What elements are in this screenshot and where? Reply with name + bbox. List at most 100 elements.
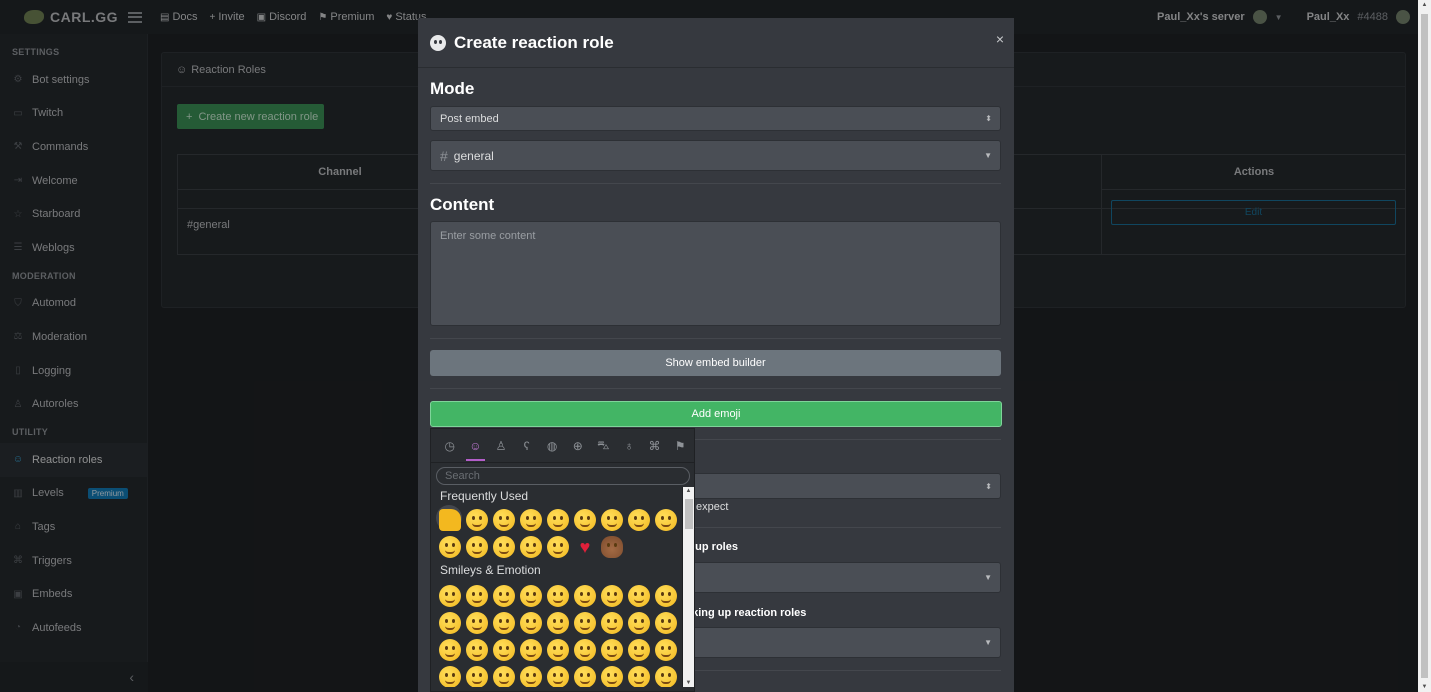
emoji-mouth [580, 653, 590, 657]
wink-emoji[interactable] [466, 612, 488, 634]
emoji-mouth [499, 523, 509, 527]
star-struck-emoji[interactable] [601, 612, 623, 634]
thumbs-up-emoji[interactable] [439, 509, 461, 531]
smiling-hearts-emoji[interactable] [547, 612, 569, 634]
zipper-mouth-emoji[interactable] [547, 666, 569, 687]
expressionless-emoji[interactable] [628, 666, 650, 687]
neutral-emoji[interactable] [601, 666, 623, 687]
smiley-emoji[interactable] [466, 585, 488, 607]
squinting-tongue-emoji[interactable] [628, 639, 650, 661]
sweat-smile-emoji[interactable] [574, 585, 596, 607]
scream-emoji[interactable] [655, 509, 677, 531]
ball-icon[interactable]: ⊕ [565, 429, 591, 463]
channel-select-value: general [453, 148, 494, 163]
kissing-smiling-emoji[interactable] [493, 639, 515, 661]
yum-emoji[interactable] [520, 639, 542, 661]
emoji-mouth [472, 626, 482, 630]
slight-smile-emoji[interactable] [655, 585, 677, 607]
relaxed-emoji[interactable] [439, 639, 461, 661]
content-textarea[interactable]: Enter some content [430, 221, 1001, 326]
apple-icon[interactable]: ◍ [539, 429, 565, 463]
car-icon[interactable]: ⛍ [591, 429, 617, 463]
scroll-down-icon[interactable]: ▼ [683, 680, 694, 686]
shushing-emoji[interactable] [493, 666, 515, 687]
emoji-mouth [526, 550, 536, 554]
sunglasses-emoji[interactable] [547, 536, 569, 558]
page-scrollbar[interactable]: ▲ ▼ [1418, 0, 1431, 692]
thinking-emoji[interactable] [520, 666, 542, 687]
emoji-mouth [634, 626, 644, 630]
grinning-emoji[interactable] [466, 509, 488, 531]
emoji-search-input[interactable]: Search [436, 467, 690, 485]
kissing-heart-emoji[interactable] [493, 509, 515, 531]
laughing-emoji[interactable] [547, 509, 569, 531]
emoji-mouth [445, 550, 455, 554]
emoji-mouth [661, 523, 671, 527]
symbols-icon[interactable]: ⌘ [642, 429, 668, 463]
sort-arrows-icon: ⬍ [985, 114, 992, 123]
scroll-up-icon[interactable]: ▲ [683, 488, 694, 494]
modal-title: Create reaction role [454, 32, 614, 52]
show-embed-builder-button[interactable]: Show embed builder [430, 350, 1001, 376]
grinning-emoji[interactable] [439, 585, 461, 607]
laughing-emoji[interactable] [547, 585, 569, 607]
emoji-mouth [472, 550, 482, 554]
kissing-heart-emoji[interactable] [628, 612, 650, 634]
emoji-mouth [499, 680, 509, 684]
channel-select[interactable]: # general ▼ [430, 140, 1001, 171]
emoji-mouth [472, 599, 482, 603]
scrollbar-thumb[interactable] [1421, 14, 1428, 678]
emoji-mouth [607, 626, 617, 630]
emoji-mouth [499, 626, 509, 630]
upside-down-emoji[interactable] [439, 612, 461, 634]
emoji-mouth [553, 653, 563, 657]
clock-icon[interactable]: ◷ [437, 429, 463, 463]
joy-emoji[interactable] [628, 509, 650, 531]
joy-emoji[interactable] [628, 585, 650, 607]
flag-icon[interactable]: ⚑ [667, 429, 693, 463]
mode-select[interactable]: Post embed ⬍ [430, 106, 1001, 131]
hugging-emoji[interactable] [439, 666, 461, 687]
confused-emoji[interactable] [466, 536, 488, 558]
winking-tongue-emoji[interactable] [574, 509, 596, 531]
rofl-emoji[interactable] [601, 585, 623, 607]
grin-emoji[interactable] [520, 585, 542, 607]
red-heart-emoji[interactable]: ♥ [574, 536, 596, 558]
smiley-icon[interactable]: ☺ [463, 429, 489, 463]
bear-icon[interactable]: ʕ [514, 429, 540, 463]
emoji-mouth [445, 680, 455, 684]
zany-emoji[interactable] [601, 639, 623, 661]
raised-eyebrow-emoji[interactable] [574, 666, 596, 687]
blush-emoji[interactable] [493, 612, 515, 634]
sob-emoji[interactable] [520, 536, 542, 558]
heart-eyes-emoji[interactable] [574, 612, 596, 634]
hand-over-mouth-emoji[interactable] [466, 666, 488, 687]
heart-eyes-emoji[interactable] [520, 509, 542, 531]
emoji-mouth [526, 680, 536, 684]
kissing-closed-eyes-emoji[interactable] [466, 639, 488, 661]
tongue-emoji[interactable] [547, 639, 569, 661]
smile-emoji[interactable] [493, 585, 515, 607]
close-icon[interactable]: × [996, 31, 1004, 47]
innocent-emoji[interactable] [520, 612, 542, 634]
disappointed-emoji[interactable] [439, 536, 461, 558]
emoji-mouth [634, 599, 644, 603]
money-mouth-emoji[interactable] [655, 639, 677, 661]
add-emoji-button[interactable]: Add emoji [430, 401, 1002, 427]
scroll-up-icon[interactable]: ▲ [1418, 2, 1431, 8]
person-icon[interactable]: ♙ [488, 429, 514, 463]
scrollbar-thumb[interactable] [685, 499, 693, 529]
poop-emoji[interactable] [601, 536, 623, 558]
weary-emoji[interactable] [493, 536, 515, 558]
kissing-emoji[interactable] [655, 612, 677, 634]
bulb-icon[interactable]: ♁ [616, 429, 642, 463]
scroll-down-icon[interactable]: ▼ [1418, 684, 1431, 690]
sweat-smile-emoji[interactable] [601, 509, 623, 531]
emoji-list-scrollbar[interactable]: ▲ ▼ [682, 487, 694, 687]
smiley-icon [430, 34, 446, 51]
winking-tongue-emoji[interactable] [574, 639, 596, 661]
emoji-mouth [661, 599, 671, 603]
mode-select-value: Post embed [440, 112, 499, 125]
emoji-mouth [607, 680, 617, 684]
no-mouth-emoji[interactable] [655, 666, 677, 687]
